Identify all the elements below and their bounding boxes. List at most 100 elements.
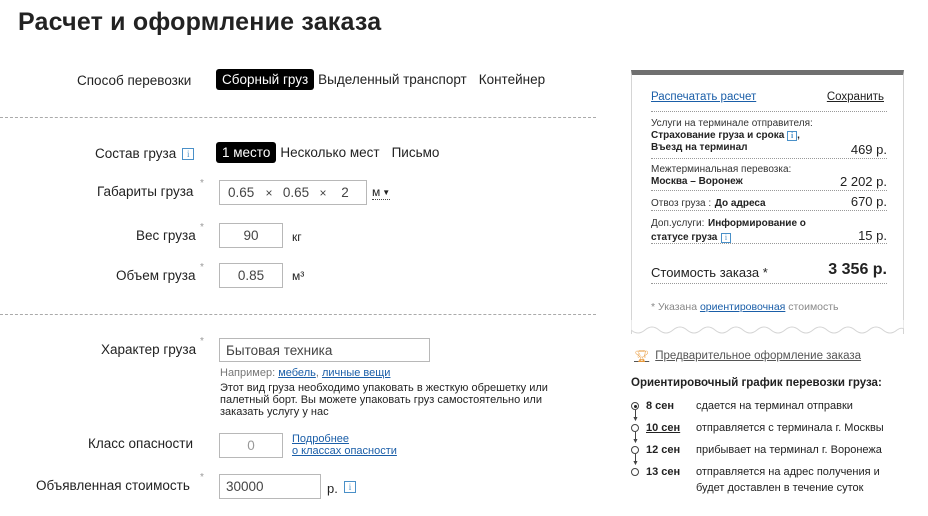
pre-order-link[interactable]: 🏆︎ Предварительное оформление заказа bbox=[634, 349, 861, 363]
receipt-separator bbox=[651, 243, 887, 244]
arrow-down-icon: ▼ bbox=[632, 460, 639, 467]
required-mark: * bbox=[200, 222, 204, 233]
schedule-date: 8 сен bbox=[646, 400, 675, 412]
delivery-title: Отвоз груза : bbox=[651, 198, 712, 209]
caret-down-icon: ▼ bbox=[382, 187, 391, 197]
dimensions-unit-select[interactable]: м ▼ bbox=[372, 185, 391, 200]
hazard-info-link[interactable]: Подробнее о классах опасности bbox=[292, 433, 397, 457]
print-calculation-link[interactable]: Распечатать расчет bbox=[651, 91, 756, 103]
trophy-icon: 🏆︎ bbox=[634, 349, 650, 363]
section-divider bbox=[0, 117, 596, 118]
schedule-desc: отправляется с терминала г. Москвы bbox=[696, 422, 884, 434]
hint-link-furniture[interactable]: мебель bbox=[278, 367, 316, 379]
packaging-note: Этот вид груза необходимо упаковать в же… bbox=[220, 382, 548, 418]
declared-value-label: Объявленная стоимость bbox=[36, 478, 190, 493]
width-value[interactable]: 0.65 bbox=[280, 185, 312, 200]
transport-selector: Сборный груз Выделенный транспорт Контей… bbox=[216, 69, 551, 90]
section-divider bbox=[0, 314, 596, 315]
composition-label: Состав груза i bbox=[95, 146, 195, 161]
schedule-step-icon bbox=[631, 468, 639, 476]
extra-services-block: Доп.услуги: Информирование о статусе гру… bbox=[651, 216, 831, 244]
info-icon[interactable]: i bbox=[344, 481, 356, 493]
schedule-date: 13 сен bbox=[646, 466, 681, 478]
hazard-link-line1[interactable]: Подробнее bbox=[292, 433, 397, 445]
sender-services-price: 469 р. bbox=[850, 142, 887, 157]
transport-option-dedicated[interactable]: Выделенный транспорт bbox=[314, 69, 473, 90]
extra-value1: Информирование о bbox=[708, 218, 806, 229]
page-title: Расчет и оформление заказа bbox=[18, 8, 382, 36]
pre-order-text[interactable]: Предварительное оформление заказа bbox=[655, 350, 861, 362]
declared-value-input[interactable]: 30000 bbox=[219, 474, 321, 499]
hazard-link-line2[interactable]: о классах опасности bbox=[292, 445, 397, 457]
weight-label: Вес груза bbox=[136, 228, 196, 243]
arrow-down-icon: ▼ bbox=[632, 438, 639, 445]
cargo-type-label: Характер груза bbox=[101, 342, 197, 357]
order-summary-receipt: Распечатать расчет Сохранить Услуги на т… bbox=[631, 70, 904, 334]
dimensions-field[interactable]: 0.65 × 0.65 × 2 bbox=[219, 180, 367, 205]
delivery-block: Отвоз груза : До адреса bbox=[651, 196, 831, 210]
interterminal-price: 2 202 р. bbox=[840, 174, 887, 189]
hint-link-personal-items[interactable]: личные вещи bbox=[322, 367, 390, 379]
sender-services-block: Услуги на терминале отправителя: Страхов… bbox=[651, 118, 831, 154]
transport-option-container[interactable]: Контейнер bbox=[473, 69, 551, 90]
required-mark: * bbox=[200, 178, 204, 189]
volume-input[interactable]: 0.85 bbox=[219, 263, 283, 288]
composition-selector: 1 место Несколько мест Письмо bbox=[216, 142, 445, 163]
sender-services-line1: Страхование груза и срока i, bbox=[651, 130, 831, 142]
composition-option-letter[interactable]: Письмо bbox=[386, 142, 446, 163]
required-mark: * bbox=[200, 336, 204, 347]
total-value: 3 356 р. bbox=[828, 261, 887, 278]
extra-title: Доп.услуги: bbox=[651, 218, 705, 229]
composition-option-single[interactable]: 1 место bbox=[216, 142, 277, 163]
transport-option-consolidated[interactable]: Сборный груз bbox=[216, 69, 315, 90]
info-icon[interactable]: i bbox=[787, 131, 798, 141]
extra-price: 15 р. bbox=[858, 228, 887, 243]
footnote-suffix: стоимость bbox=[788, 301, 839, 313]
hazard-label: Класс опасности bbox=[88, 436, 194, 451]
sender-services-title: Услуги на терминале отправителя: bbox=[651, 118, 813, 129]
receipt-footnote: * Указана ориентировочная стоимость bbox=[651, 301, 839, 313]
delivery-price: 670 р. bbox=[850, 194, 887, 209]
arrow-down-icon: ▼ bbox=[632, 416, 639, 423]
delivery-value: До адреса bbox=[714, 198, 766, 209]
comma: , bbox=[797, 130, 800, 141]
schedule-title: Ориентировочный график перевозки груза: bbox=[631, 377, 882, 389]
composition-option-multiple[interactable]: Несколько мест bbox=[276, 142, 385, 163]
cargo-type-input[interactable]: Бытовая техника bbox=[219, 338, 430, 362]
sender-services-line2: Въезд на терминал bbox=[651, 142, 748, 153]
height-value[interactable]: 2 bbox=[334, 185, 356, 200]
hint-separator: , bbox=[315, 367, 319, 379]
weight-input[interactable]: 90 bbox=[219, 223, 283, 248]
schedule-step-current-icon bbox=[631, 402, 639, 410]
required-mark: * bbox=[200, 472, 204, 483]
footnote-prefix: * Указана bbox=[651, 301, 698, 313]
receipt-separator bbox=[651, 283, 887, 284]
schedule-desc: сдается на терминал отправки bbox=[696, 400, 853, 412]
hazard-input[interactable]: 0 bbox=[219, 433, 283, 458]
times-sign: × bbox=[265, 185, 273, 200]
length-value[interactable]: 0.65 bbox=[228, 185, 258, 200]
weight-unit: кг bbox=[292, 230, 302, 244]
total-label: Стоимость заказа * bbox=[651, 265, 768, 280]
info-icon[interactable]: i bbox=[720, 233, 731, 243]
required-mark: * bbox=[200, 262, 204, 273]
schedule-date: 10 сен bbox=[646, 422, 681, 434]
transport-label: Способ перевозки bbox=[77, 73, 192, 88]
times-sign: × bbox=[319, 185, 327, 200]
declared-value-unit: р. bbox=[327, 481, 338, 496]
insurance-text: Страхование груза и срока bbox=[651, 130, 785, 141]
approx-link[interactable]: ориентировочная bbox=[700, 301, 785, 313]
schedule-desc: отправляется на адрес получения и будет … bbox=[696, 466, 880, 494]
interterminal-block: Межтерминальная перевозка: Москва – Воро… bbox=[651, 164, 831, 188]
dimensions-label: Габариты груза bbox=[97, 184, 194, 199]
receipt-separator bbox=[651, 210, 887, 211]
extra-value2: статусе груза bbox=[651, 232, 718, 243]
receipt-separator bbox=[651, 158, 887, 159]
schedule-date: 12 сен bbox=[646, 444, 681, 456]
dimensions-unit: м bbox=[372, 185, 381, 199]
info-icon[interactable]: i bbox=[182, 147, 195, 160]
receipt-separator bbox=[651, 111, 887, 112]
interterminal-title: Межтерминальная перевозка: bbox=[651, 164, 792, 175]
save-link[interactable]: Сохранить bbox=[827, 91, 884, 103]
composition-label-text: Состав груза bbox=[95, 146, 177, 161]
